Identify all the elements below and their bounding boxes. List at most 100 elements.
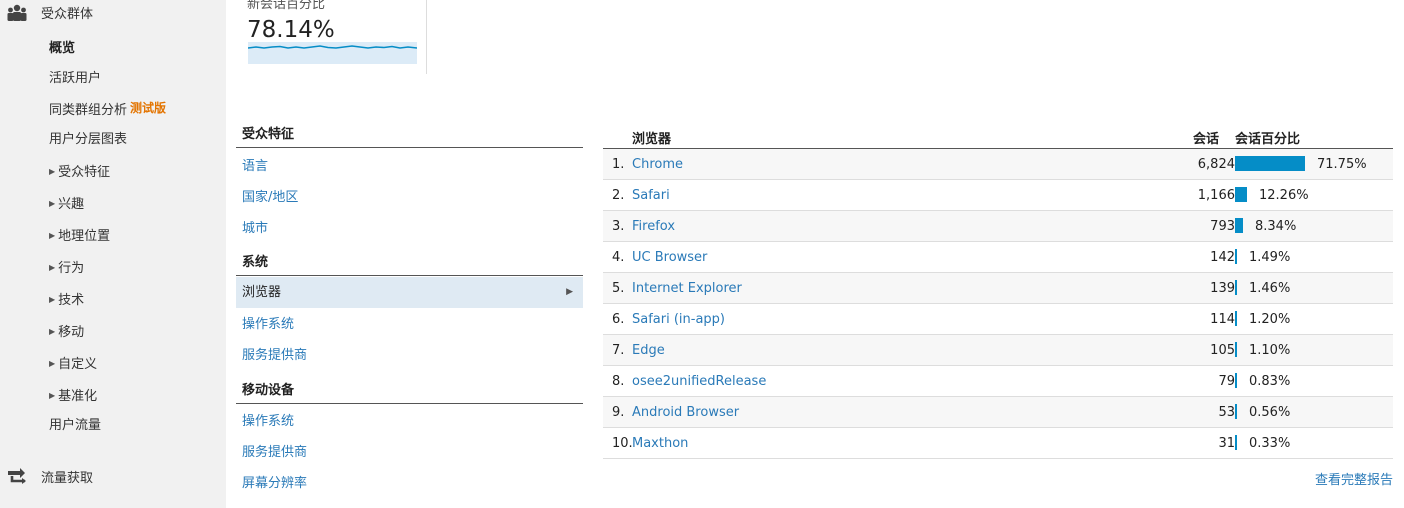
nav-behavior[interactable]: ▶ 行为	[49, 257, 84, 279]
row-index: 8.	[612, 374, 625, 389]
nav-audience[interactable]: 受众群体	[0, 0, 226, 24]
nav-geo[interactable]: ▶ 地理位置	[49, 225, 110, 247]
dim-link-isp[interactable]: 服务提供商	[236, 340, 583, 371]
nav-cohort-label: 同类群组分析	[49, 103, 128, 118]
nav-benchmarking[interactable]: ▶ 基准化	[49, 385, 97, 407]
audience-people-icon	[7, 4, 27, 21]
caret-right-icon: ▶	[49, 295, 56, 304]
row-index: 10.	[612, 436, 633, 451]
table-row: 2. Safari 1,166 12.26%	[603, 180, 1393, 211]
nav-demographics[interactable]: ▶ 受众特征	[49, 161, 110, 183]
caret-right-icon: ▶	[49, 167, 56, 176]
dim-link-browser[interactable]: 浏览器 ▶	[236, 277, 583, 308]
row-session-pct: 1.49%	[1249, 250, 1291, 265]
row-browser-link[interactable]: UC Browser	[632, 250, 707, 265]
nav-users-flow[interactable]: 用户流量	[49, 415, 101, 437]
row-browser-link[interactable]: Edge	[632, 343, 665, 358]
table-row: 10. Maxthon 31 0.33%	[603, 428, 1393, 459]
row-share-bar	[1235, 311, 1237, 326]
nav-active-users[interactable]: 活跃用户	[49, 68, 101, 90]
chevron-right-icon: ▶	[566, 287, 573, 297]
row-browser-link[interactable]: Safari (in-app)	[632, 312, 725, 327]
caret-right-icon: ▶	[49, 199, 56, 208]
row-browser-link[interactable]: Chrome	[632, 157, 683, 172]
beta-badge: 测试版	[130, 101, 167, 115]
nav-technology-label: 技术	[58, 293, 85, 308]
nav-interests-label: 兴趣	[58, 197, 85, 212]
nav-acquisition[interactable]: 流量获取	[0, 464, 226, 488]
row-index: 1.	[612, 157, 625, 172]
nav-cohort-analysis[interactable]: 同类群组分析 测试版	[49, 97, 166, 119]
row-sessions: 139	[1210, 281, 1235, 296]
row-browser-link[interactable]: Internet Explorer	[632, 281, 742, 296]
row-share-bar	[1235, 218, 1243, 233]
nav-behavior-label: 行为	[58, 261, 85, 276]
row-session-pct: 1.46%	[1249, 281, 1291, 296]
metric-value: 78.14%	[247, 17, 335, 43]
new-sessions-metric-card[interactable]: 新会话百分比 78.14%	[244, 0, 427, 74]
row-index: 2.	[612, 188, 625, 203]
dim-link-mobile-isp[interactable]: 服务提供商	[236, 437, 583, 468]
row-share-bar	[1235, 342, 1237, 357]
table-row: 7. Edge 105 1.10%	[603, 335, 1393, 366]
row-browser-link[interactable]: Firefox	[632, 219, 675, 234]
row-browser-link[interactable]: Maxthon	[632, 436, 688, 451]
dim-link-mobile-os[interactable]: 操作系统	[236, 406, 583, 437]
row-browser-link[interactable]: Android Browser	[632, 405, 739, 420]
caret-right-icon: ▶	[49, 359, 56, 368]
row-share-bar	[1235, 373, 1237, 388]
col-header-browser: 浏览器	[632, 132, 672, 147]
row-session-pct: 1.10%	[1249, 343, 1291, 358]
row-sessions: 1,166	[1197, 188, 1235, 203]
dim-link-language[interactable]: 语言	[236, 151, 583, 182]
row-sessions: 31	[1218, 436, 1235, 451]
dim-link-screen-resolution[interactable]: 屏幕分辨率	[236, 468, 583, 499]
row-share-bar	[1235, 280, 1237, 295]
nav-benchmarking-label: 基准化	[58, 389, 98, 404]
row-share-bar	[1235, 187, 1247, 202]
nav-user-explorer[interactable]: 用户分层图表	[49, 129, 127, 151]
table-row: 5. Internet Explorer 139 1.46%	[603, 273, 1393, 304]
row-session-pct: 8.34%	[1255, 219, 1297, 234]
caret-right-icon: ▶	[49, 391, 56, 400]
dim-header-system: 系统	[236, 248, 583, 276]
row-session-pct: 12.26%	[1259, 188, 1309, 203]
nav-mobile-label: 移动	[58, 325, 85, 340]
nav-acquisition-label: 流量获取	[41, 470, 94, 486]
dim-link-country[interactable]: 国家/地区	[236, 182, 583, 213]
full-report-link[interactable]: 查看完整报告	[1315, 469, 1393, 488]
row-index: 9.	[612, 405, 625, 420]
row-index: 5.	[612, 281, 625, 296]
caret-right-icon: ▶	[49, 327, 56, 336]
col-header-sessions[interactable]: 会话	[1193, 128, 1219, 147]
table-row: 4. UC Browser 142 1.49%	[603, 242, 1393, 273]
table-header-row: 浏览器 会话 会话百分比	[603, 120, 1393, 149]
table-row: 9. Android Browser 53 0.56%	[603, 397, 1393, 428]
left-nav-sidebar: 受众群体 概览 活跃用户 同类群组分析 测试版 用户分层图表 ▶ 受众特征 ▶ 兴趣 …	[0, 0, 226, 508]
row-session-pct: 0.33%	[1249, 436, 1291, 451]
dim-link-os[interactable]: 操作系统	[236, 309, 583, 340]
row-browser-link[interactable]: osee2unifiedRelease	[632, 374, 766, 389]
caret-right-icon: ▶	[49, 231, 56, 240]
row-sessions: 142	[1210, 250, 1235, 265]
row-browser-link[interactable]: Safari	[632, 188, 670, 203]
nav-custom[interactable]: ▶ 自定义	[49, 353, 97, 375]
dim-link-city[interactable]: 城市	[236, 213, 583, 244]
row-share-bar	[1235, 435, 1237, 450]
nav-audience-label: 受众群体	[41, 6, 94, 22]
metric-sparkline	[248, 42, 417, 64]
table-row: 3. Firefox 793 8.34%	[603, 211, 1393, 242]
nav-overview[interactable]: 概览	[49, 38, 75, 60]
row-sessions: 6,824	[1197, 157, 1235, 172]
dim-header-demographics: 受众特征	[236, 120, 583, 148]
col-header-session-pct[interactable]: 会话百分比	[1235, 128, 1300, 147]
row-index: 6.	[612, 312, 625, 327]
nav-technology[interactable]: ▶ 技术	[49, 289, 84, 311]
row-session-pct: 0.56%	[1249, 405, 1291, 420]
row-session-pct: 1.20%	[1249, 312, 1291, 327]
nav-mobile[interactable]: ▶ 移动	[49, 321, 84, 343]
row-index: 7.	[612, 343, 625, 358]
acquisition-arrows-icon	[8, 468, 26, 484]
nav-interests[interactable]: ▶ 兴趣	[49, 193, 84, 215]
nav-custom-label: 自定义	[58, 357, 98, 372]
